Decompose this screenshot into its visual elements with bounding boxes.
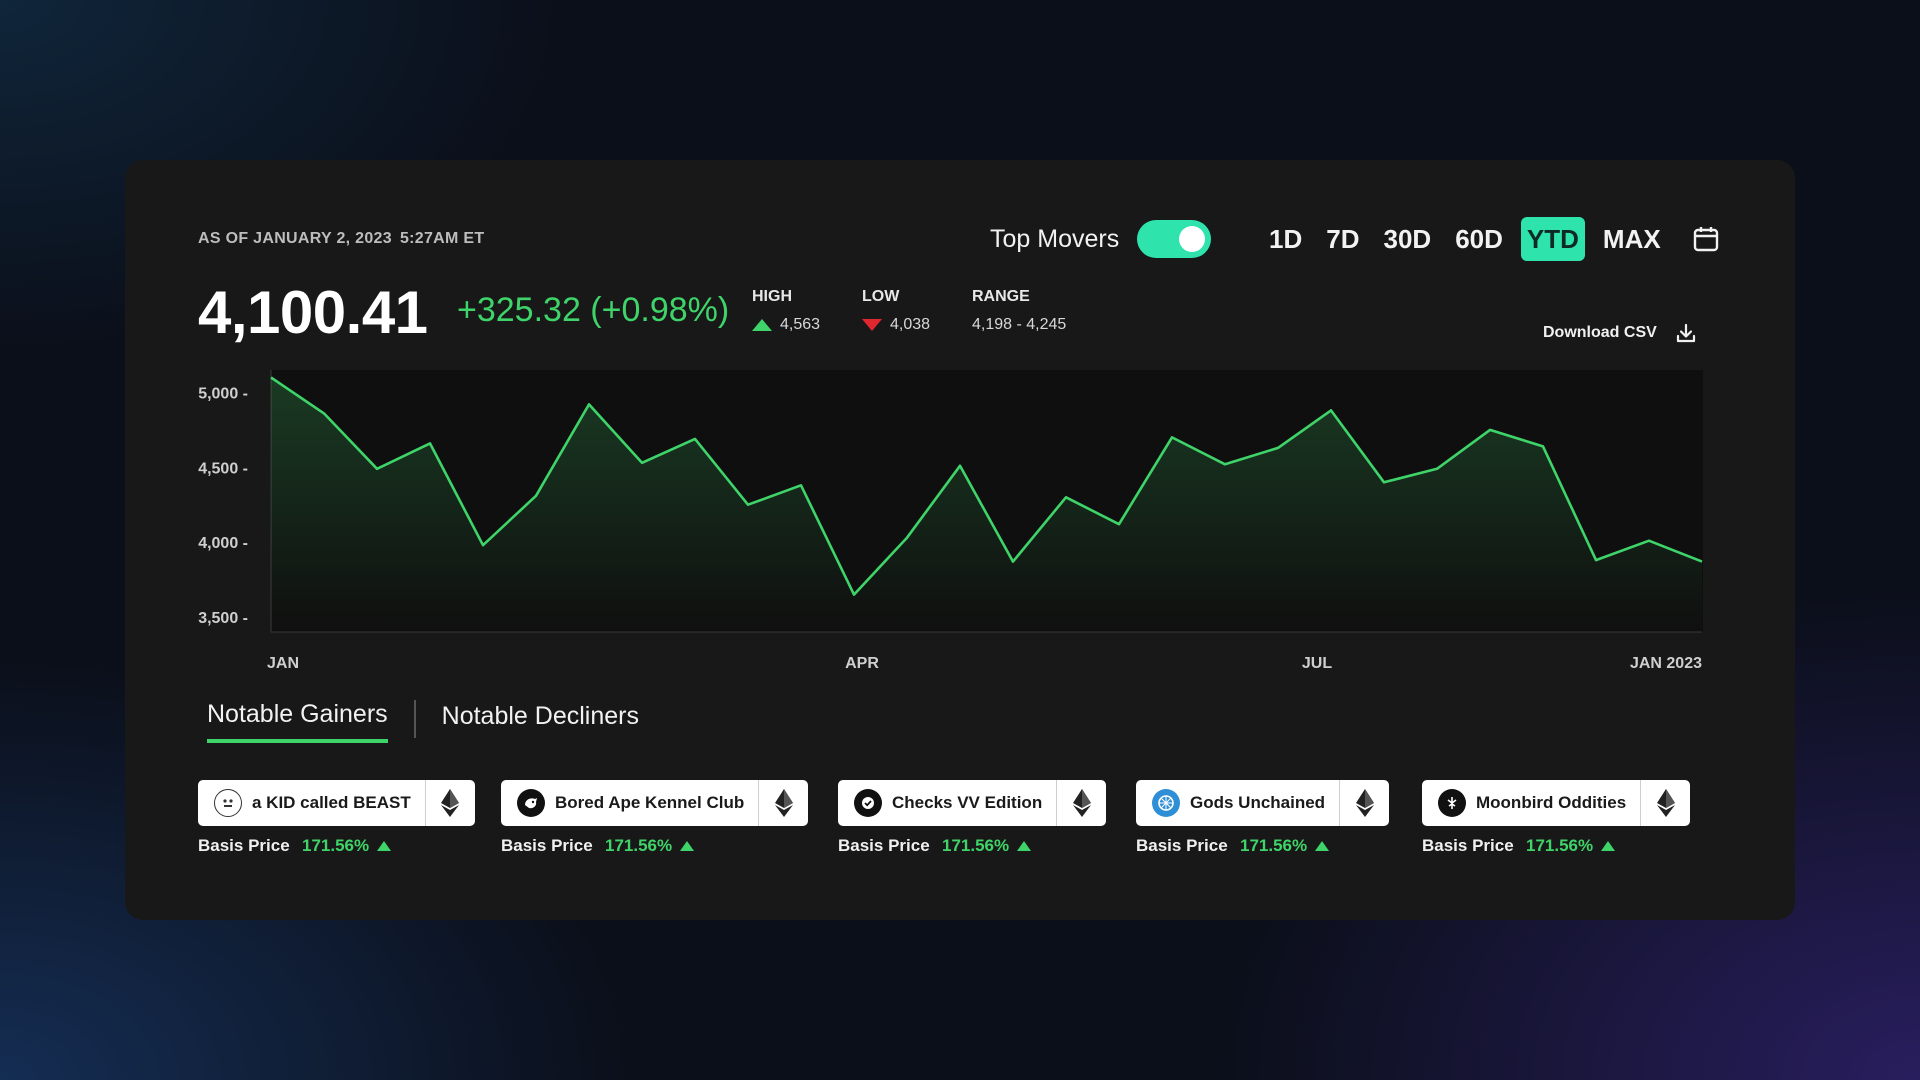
tab-divider [413, 700, 416, 738]
high-stat: HIGH 4,563 [752, 288, 820, 334]
range-value: 4,198 - 4,245 [972, 316, 1067, 333]
basis-price-label: Basis Price [501, 836, 593, 855]
top-movers-label: Top Movers [990, 224, 1120, 253]
range-stat: RANGE 4,198 - 4,245 [972, 288, 1066, 334]
download-csv-button[interactable]: Download CSV [1543, 322, 1697, 344]
up-arrow-icon [1017, 841, 1032, 851]
range-ytd-button[interactable]: YTD [1520, 217, 1585, 261]
ethereum-icon [1640, 780, 1690, 826]
top-movers-control: Top Movers [990, 220, 1212, 258]
time-range-selector: 1D 7D 30D 60D YTD MAX [1263, 217, 1721, 261]
collection-name: Moonbird Oddities [1476, 793, 1627, 812]
basis-price-label: Basis Price [1422, 836, 1514, 855]
mover-item: Moonbird Oddities Basis Price 171.56% [1422, 780, 1691, 856]
high-value: 4,563 [780, 316, 821, 333]
high-label: HIGH [752, 288, 792, 305]
gods-unchained-logo-icon [1152, 789, 1180, 817]
basis-price-label: Basis Price [838, 836, 930, 855]
x-tick-label: JUL [1302, 655, 1332, 670]
range-max-button[interactable]: MAX [1597, 217, 1667, 261]
low-stat: LOW 4,038 [862, 288, 930, 334]
mover-item: Bored Ape Kennel Club Basis Price 171.56… [501, 780, 809, 856]
up-arrow-icon [752, 319, 772, 331]
collection-pill[interactable]: Checks VV Edition [838, 780, 1107, 826]
x-tick-label: JAN 2023 [1630, 655, 1702, 670]
y-tick-label: 5,000 - [198, 385, 248, 402]
range-30d-button[interactable]: 30D [1378, 217, 1438, 261]
range-label: RANGE [972, 288, 1030, 305]
range-7d-button[interactable]: 7D [1320, 217, 1365, 261]
tab-notable-decliners[interactable]: Notable Decliners [442, 702, 639, 741]
download-icon [1676, 323, 1695, 343]
x-tick-label: JAN [267, 655, 299, 670]
x-tick-label: APR [845, 655, 879, 670]
collection-pill[interactable]: Gods Unchained [1136, 780, 1390, 826]
basis-price-change: 171.56% [302, 836, 370, 855]
moonbird-logo-icon [1438, 789, 1466, 817]
ethereum-icon [424, 780, 475, 826]
check-badge-icon [854, 789, 882, 817]
collection-pill[interactable]: Bored Ape Kennel Club [501, 780, 809, 826]
range-1d-button[interactable]: 1D [1263, 217, 1308, 261]
basis-price-change: 171.56% [1240, 836, 1308, 855]
basis-price-label: Basis Price [198, 836, 290, 855]
up-arrow-icon [680, 841, 695, 851]
ethereum-icon [1339, 780, 1389, 826]
mover-item: Gods Unchained Basis Price 171.56% [1136, 780, 1390, 856]
price-change: +325.32 (+0.98%) [457, 291, 730, 329]
up-arrow-icon [377, 841, 392, 851]
down-arrow-icon [862, 319, 882, 331]
collection-pill[interactable]: a KID called BEAST [198, 780, 475, 826]
ethereum-icon [1056, 780, 1106, 826]
low-value: 4,038 [890, 316, 931, 333]
low-label: LOW [862, 288, 900, 305]
download-csv-label: Download CSV [1543, 324, 1657, 341]
tab-notable-gainers[interactable]: Notable Gainers [207, 700, 388, 743]
y-tick-label: 4,500 - [198, 460, 248, 477]
toggle-knob [1179, 226, 1206, 252]
market-card: AS OF JANUARY 2, 2023 5:27AM ET Top Mover… [125, 160, 1795, 920]
beast-face-icon [214, 789, 242, 817]
up-arrow-icon [1601, 841, 1616, 851]
top-movers-toggle[interactable] [1137, 220, 1212, 258]
dog-logo-icon [517, 789, 545, 817]
price-chart: 5,000 - 4,500 - 4,000 - 3,500 - JAN APR JUL JAN… [198, 370, 1703, 670]
up-arrow-icon [1315, 841, 1330, 851]
ethereum-icon [758, 780, 808, 826]
mover-item: Checks VV Edition Basis Price 171.56% [838, 780, 1107, 856]
current-price: 4,100.41 [198, 279, 428, 346]
basis-price-change: 171.56% [605, 836, 673, 855]
collection-name: a KID called BEAST [252, 793, 411, 812]
basis-price-change: 171.56% [1526, 836, 1594, 855]
as-of-date: AS OF JANUARY 2, 2023 [198, 230, 392, 247]
collection-name: Bored Ape Kennel Club [555, 793, 745, 812]
collection-name: Checks VV Edition [892, 793, 1043, 812]
range-60d-button[interactable]: 60D [1449, 217, 1509, 261]
basis-price-label: Basis Price [1136, 836, 1228, 855]
movers-tabs: Notable Gainers Notable Decliners [207, 700, 639, 743]
basis-price-change: 171.56% [942, 836, 1010, 855]
y-tick-label: 3,500 - [198, 610, 248, 627]
as-of-time: 5:27AM ET [399, 230, 485, 247]
calendar-icon[interactable] [1691, 224, 1721, 254]
collection-name: Gods Unchained [1190, 793, 1326, 812]
mover-item: a KID called BEAST Basis Price 171.56% [198, 780, 475, 856]
y-tick-label: 4,000 - [198, 535, 248, 552]
collection-pill[interactable]: Moonbird Oddities [1422, 780, 1691, 826]
as-of-timestamp: AS OF JANUARY 2, 2023 5:27AM ET [198, 230, 484, 248]
